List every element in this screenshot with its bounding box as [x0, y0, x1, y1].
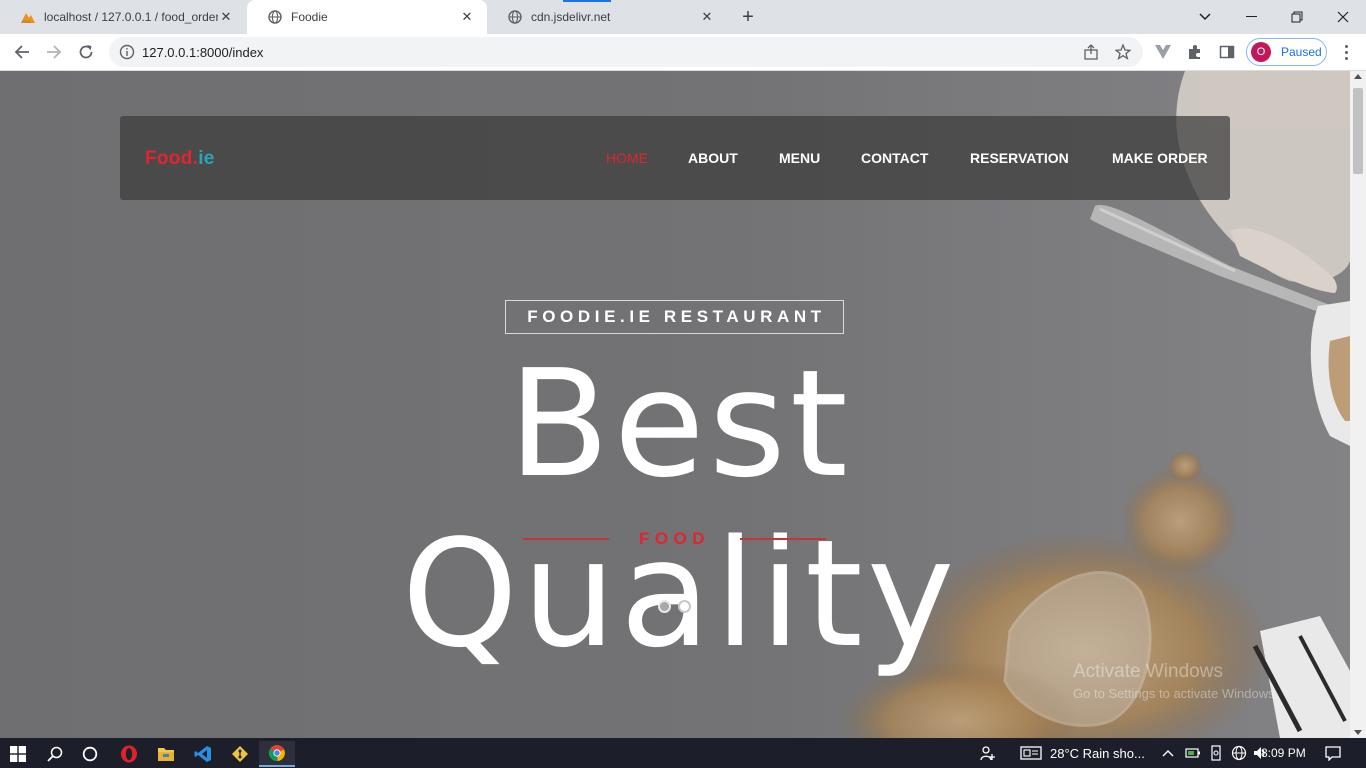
- devices-icon[interactable]: [1208, 745, 1224, 761]
- file-explorer-icon[interactable]: [148, 741, 184, 767]
- windows-start-icon[interactable]: [0, 741, 36, 767]
- url-text: 127.0.0.1:8000/index: [142, 45, 264, 60]
- browser-tab-strip: PMA localhost / 127.0.0.1 / food_order ✕…: [0, 0, 1366, 34]
- back-button[interactable]: [8, 38, 36, 66]
- tab-search-button[interactable]: [1182, 0, 1228, 34]
- hero-tagline: FOOD: [638, 529, 711, 548]
- scroll-down-arrow-icon[interactable]: [1354, 730, 1362, 735]
- site-logo[interactable]: Food.ie: [145, 148, 215, 170]
- nav-reservation[interactable]: RESERVATION: [970, 150, 1069, 166]
- logo-part-2: ie: [198, 148, 215, 169]
- profile-button[interactable]: O Paused: [1246, 38, 1327, 66]
- forward-button[interactable]: [40, 38, 68, 66]
- nav-contact[interactable]: CONTACT: [861, 150, 928, 166]
- search-icon[interactable]: [37, 741, 73, 767]
- page-scrollbar[interactable]: [1350, 71, 1366, 738]
- tab-phpmyadmin[interactable]: PMA localhost / 127.0.0.1 / food_order ✕: [0, 0, 246, 34]
- carousel-dot-2[interactable]: [678, 600, 691, 613]
- nav-about[interactable]: ABOUT: [688, 150, 738, 166]
- minimize-button[interactable]: [1228, 0, 1274, 34]
- browser-menu-icon[interactable]: [1336, 42, 1356, 62]
- vuejs-devtools-icon[interactable]: [1153, 42, 1173, 62]
- git-icon[interactable]: [222, 741, 258, 767]
- clock-time[interactable]: 8:09 PM: [1261, 746, 1306, 760]
- divider-line-right: [740, 538, 826, 540]
- carousel-dot-1[interactable]: [658, 600, 671, 613]
- tab-loading-indicator: [563, 0, 611, 2]
- tab-title: Foodie: [291, 10, 328, 24]
- tab-cdn-jsdelivr[interactable]: cdn.jsdelivr.net ✕: [487, 0, 727, 34]
- extensions-puzzle-icon[interactable]: [1185, 42, 1205, 62]
- vscode-icon[interactable]: [185, 741, 221, 767]
- scroll-up-arrow-icon[interactable]: [1354, 74, 1362, 79]
- site-navbar: Food.ie HOME ABOUT MENU CONTACT RESERVAT…: [120, 116, 1230, 200]
- tab-title: localhost / 127.0.0.1 / food_order: [44, 10, 218, 24]
- close-tab-icon[interactable]: ✕: [459, 9, 475, 25]
- nav-home[interactable]: HOME: [606, 150, 648, 166]
- bookmark-star-icon[interactable]: [1114, 43, 1132, 61]
- globe-icon: [507, 9, 523, 25]
- svg-text:PMA: PMA: [22, 19, 31, 24]
- hero-subtitle: FOODIE.IE RESTAURANT: [527, 307, 826, 326]
- tab-foodie[interactable]: Foodie ✕: [247, 0, 487, 34]
- phpmyadmin-icon: PMA: [20, 9, 36, 25]
- side-panel-icon[interactable]: [1217, 42, 1237, 62]
- close-window-button[interactable]: [1320, 0, 1366, 34]
- windows-taskbar: 28°C Rain sho... 8:09 PM: [0, 738, 1366, 768]
- cortana-icon[interactable]: [72, 741, 108, 767]
- divider-line-left: [523, 538, 609, 540]
- page-viewport: Food.ie HOME ABOUT MENU CONTACT RESERVAT…: [0, 71, 1350, 738]
- globe-icon: [267, 9, 283, 25]
- weather-text[interactable]: 28°C Rain sho...: [1050, 746, 1145, 761]
- profile-status: Paused: [1281, 45, 1322, 59]
- close-tab-icon[interactable]: ✕: [218, 9, 234, 25]
- network-globe-icon[interactable]: [1231, 745, 1247, 761]
- new-tab-button[interactable]: +: [736, 5, 760, 29]
- show-hidden-icons-chevron-icon[interactable]: [1160, 745, 1176, 761]
- chrome-icon[interactable]: [259, 741, 295, 767]
- close-tab-icon[interactable]: ✕: [699, 9, 715, 25]
- share-icon[interactable]: [1082, 43, 1100, 61]
- weather-icon[interactable]: [1019, 745, 1043, 761]
- tab-title: cdn.jsdelivr.net: [531, 10, 611, 24]
- site-info-icon[interactable]: [119, 44, 135, 60]
- battery-icon[interactable]: [1185, 745, 1201, 761]
- watermark-subtitle: Go to Settings to activate Windows.: [1073, 686, 1279, 701]
- logo-part-1: Food.: [145, 148, 199, 169]
- scrollbar-thumb[interactable]: [1353, 88, 1363, 174]
- windows-activation-watermark: Activate Windows Go to Settings to activ…: [1073, 661, 1278, 701]
- notification-center-icon[interactable]: [1325, 745, 1341, 761]
- bowl-image: [1310, 301, 1350, 446]
- nav-make-order[interactable]: MAKE ORDER: [1112, 150, 1208, 166]
- hero-headline: Best Quality: [401, 338, 959, 680]
- hero-subtitle-box: FOODIE.IE RESTAURANT: [505, 300, 844, 334]
- people-icon[interactable]: [980, 745, 996, 761]
- reload-button[interactable]: [72, 38, 100, 66]
- opera-icon[interactable]: [111, 741, 147, 767]
- address-bar[interactable]: 127.0.0.1:8000/index: [109, 37, 1143, 67]
- avatar: O: [1251, 42, 1271, 62]
- nav-menu[interactable]: MENU: [779, 150, 820, 166]
- browser-toolbar: 127.0.0.1:8000/index O Paused: [0, 34, 1366, 71]
- restore-button[interactable]: [1274, 0, 1320, 34]
- watermark-title: Activate Windows: [1073, 661, 1223, 682]
